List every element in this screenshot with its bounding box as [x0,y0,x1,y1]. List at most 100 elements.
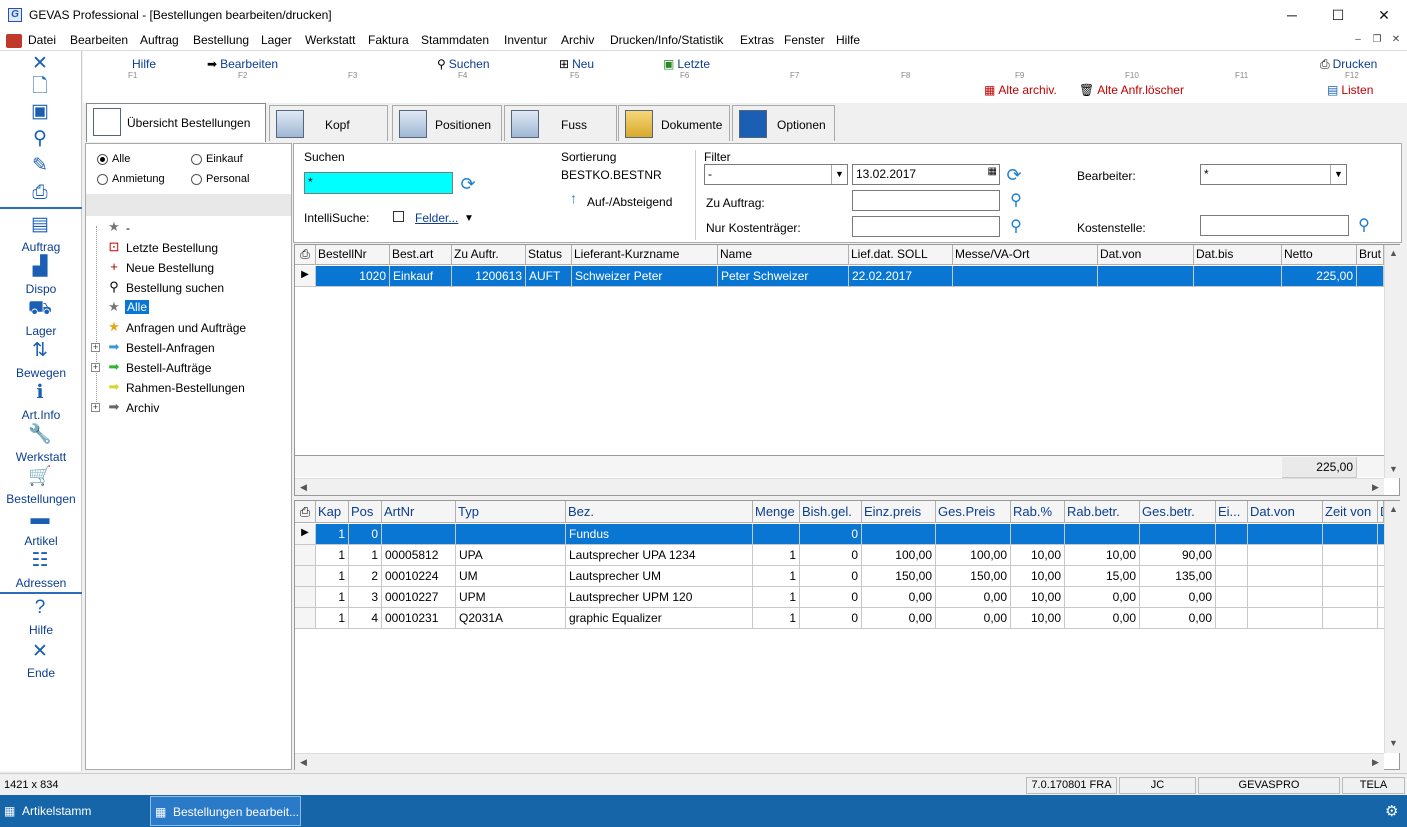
scroll-down-icon[interactable]: ▼ [1385,735,1402,752]
table-cell[interactable]: 1 [316,545,349,566]
table-cell[interactable] [862,524,936,545]
pencil-icon[interactable]: ✎ [28,155,52,177]
table-cell[interactable]: 0 [800,587,862,608]
table-cell[interactable]: 10,00 [1011,566,1065,587]
sort-arrow-up-icon[interactable]: ↑ [570,190,577,206]
radio-alle[interactable] [97,154,108,165]
table-cell[interactable] [936,524,1011,545]
table-cell[interactable] [1216,587,1248,608]
menu-werkstatt[interactable]: Werkstatt [305,33,355,47]
wrench-icon[interactable]: 🔧 [28,424,52,446]
menu-drucken[interactable]: Drucken/Info/Statistik [610,33,723,47]
col-dat-bis[interactable]: Dat.bis [1194,245,1282,265]
table-cell[interactable]: 0,00 [936,587,1011,608]
table-cell[interactable]: 10,00 [1011,587,1065,608]
table-cell[interactable]: 1 [753,608,800,629]
positions-hscroll[interactable]: ◀ ▶ [295,753,1384,770]
table-cell[interactable]: Lautsprecher UM [566,566,753,587]
tree-item-dash[interactable]: ★ - [86,219,286,237]
table-cell[interactable] [1248,545,1323,566]
info-icon[interactable]: ℹ [28,382,52,404]
table-cell[interactable]: UM [456,566,566,587]
menu-stammdaten[interactable]: Stammdaten [421,33,489,47]
col-lief-dat[interactable]: Lief.dat. SOLL [849,245,953,265]
bearbeiter-select[interactable]: * ▼ [1200,164,1347,185]
col-netto[interactable]: Netto [1282,245,1357,265]
refresh-icon[interactable]: ⟳ [458,174,478,194]
table-cell[interactable]: 0,00 [936,608,1011,629]
dispo-chart-icon[interactable]: ▟ [28,256,52,278]
auf-absteigend-button[interactable]: Auf-/Absteigend [587,195,672,209]
tree-item-suchen[interactable]: ⚲ Bestellung suchen [86,279,286,297]
alte-archiv-button[interactable]: ▦ Alte archiv. [984,83,1057,97]
table-cell[interactable]: 0,00 [1065,608,1140,629]
scroll-right-icon[interactable]: ▶ [1367,479,1384,496]
col-bestart[interactable]: Best.art [390,245,452,265]
nav-art-info[interactable]: Art.Info [0,408,82,422]
table-cell[interactable] [1248,587,1323,608]
nav-auftrag[interactable]: Auftrag [0,240,82,254]
search-input[interactable]: * [304,172,453,194]
mdi-close-icon[interactable]: ✕ [1388,33,1404,47]
orders-hscroll[interactable]: ◀ ▶ [295,478,1384,495]
nav-hilfe[interactable]: Hilfe [0,623,82,637]
tree-item-neue[interactable]: + Neue Bestellung [86,259,286,277]
table-cell[interactable]: 1020 [316,266,390,287]
drucken-button[interactable]: ⎙ Drucken [1320,57,1377,72]
radio-anmietung[interactable] [97,174,108,185]
table-cell[interactable]: 1 [316,587,349,608]
col-bish-gel[interactable]: Bish.gel. [800,501,862,523]
table-cell[interactable] [753,524,800,545]
table-cell[interactable] [1357,266,1384,287]
expand-icon[interactable]: + [91,403,100,412]
table-cell[interactable]: Peter Schweizer [718,266,849,287]
refresh-icon[interactable]: ⟳ [1004,165,1024,185]
positions-vscroll[interactable]: ▲ ▼ [1384,501,1401,753]
printer-icon[interactable]: ⎙ [28,182,52,204]
artikel-box-icon[interactable]: ▬ [28,508,52,530]
table-cell[interactable]: Lautsprecher UPA 1234 [566,545,753,566]
table-cell[interactable] [1248,524,1323,545]
table-cell[interactable]: 225,00 [1282,266,1357,287]
grid-print-icon[interactable]: ⎙ [295,245,316,265]
task-bestellungen[interactable]: ▦ Bestellungen bearbeit... [150,796,301,826]
table-cell[interactable] [1248,566,1323,587]
tree-item-letzte[interactable]: ⊡ Letzte Bestellung [86,239,286,257]
table-cell[interactable] [1216,608,1248,629]
col-zeit-von[interactable]: Zeit von [1323,501,1378,523]
tab-positionen[interactable]: Positionen [392,105,502,141]
nav-lager[interactable]: Lager [0,324,82,338]
kostenstelle-input[interactable] [1200,215,1349,236]
table-cell[interactable]: 22.02.2017 [849,266,953,287]
table-cell[interactable]: AUFT [526,266,572,287]
table-cell[interactable]: 15,00 [1065,566,1140,587]
table-cell[interactable]: 0,00 [1065,587,1140,608]
col-rab-betr[interactable]: Rab.betr. [1065,501,1140,523]
calendar-icon[interactable]: ▦ [988,166,997,177]
col-status[interactable]: Status [526,245,572,265]
expand-icon[interactable]: + [91,343,100,352]
table-cell[interactable]: 2 [349,566,382,587]
table-cell[interactable]: 0,00 [862,608,936,629]
col-ei[interactable]: Ei... [1216,501,1248,523]
col-rab-proz[interactable]: Rab.% [1011,501,1065,523]
intellisuche-checkbox[interactable] [393,211,404,222]
tab-dokumente[interactable]: Dokumente [618,105,730,141]
nav-artikel[interactable]: Artikel [0,534,82,548]
col-dat-von[interactable]: Dat.von [1098,245,1194,265]
col-brutto[interactable]: Brut [1357,245,1384,265]
table-cell[interactable]: 0 [800,608,862,629]
table-cell[interactable] [1323,524,1378,545]
table-cell[interactable]: 135,00 [1140,566,1216,587]
scroll-up-icon[interactable]: ▲ [1385,245,1402,262]
filter-select[interactable]: - ▼ [704,164,848,185]
nav-werkstatt[interactable]: Werkstatt [0,450,82,464]
bewegen-icon[interactable]: ⇅ [28,340,52,362]
minimize-button[interactable]: ─ [1269,0,1315,31]
mdi-restore-icon[interactable]: ❐ [1369,33,1385,47]
tab-uebersicht[interactable]: Übersicht Bestellungen [86,103,266,142]
table-cell[interactable] [1140,524,1216,545]
table-cell[interactable] [456,524,566,545]
col-name[interactable]: Name [718,245,849,265]
table-cell[interactable]: 3 [349,587,382,608]
